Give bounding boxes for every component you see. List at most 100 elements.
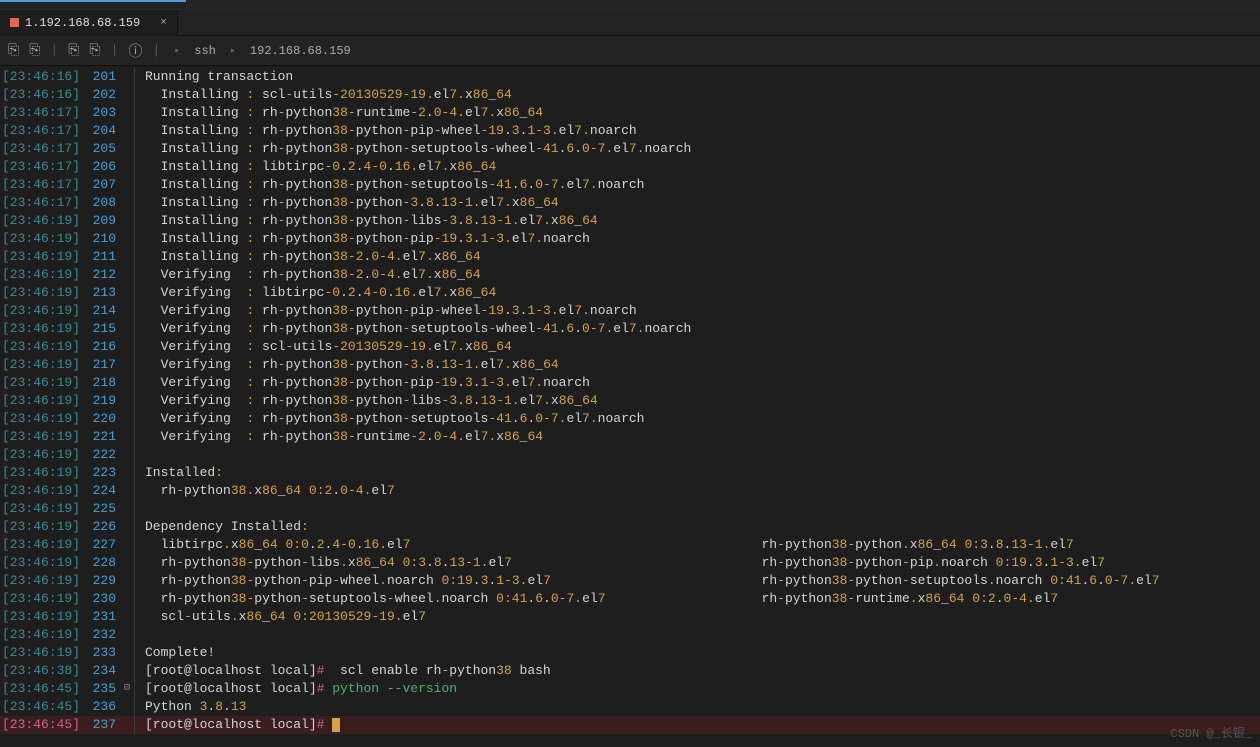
gutter-divider	[134, 644, 135, 662]
toolbar-icon-3[interactable]: ⎘	[68, 43, 79, 59]
line-number: 214	[80, 302, 120, 320]
line-number: 232	[80, 626, 120, 644]
fold-icon	[120, 572, 134, 590]
line-number: 213	[80, 284, 120, 302]
terminal-line: [23:46:17]206 Installing : libtirpc-0.2.…	[0, 158, 1260, 176]
terminal-line: [23:46:19]231 scl-utils.x86_64 0:2013052…	[0, 608, 1260, 626]
info-icon[interactable]: ⓘ	[128, 41, 142, 61]
line-number: 216	[80, 338, 120, 356]
gutter-divider	[134, 410, 135, 428]
terminal-line: [23:46:19]218 Verifying : rh-python38-py…	[0, 374, 1260, 392]
line-content: rh-python38-python-setuptools-wheel.noar…	[145, 590, 1058, 608]
terminal-line: [23:46:38]234[root@localhost local]# scl…	[0, 662, 1260, 680]
line-number: 233	[80, 644, 120, 662]
line-number: 225	[80, 500, 120, 518]
line-number: 224	[80, 482, 120, 500]
fold-icon	[120, 320, 134, 338]
fold-icon	[120, 356, 134, 374]
line-content: Running transaction	[145, 68, 293, 86]
line-content: Verifying : rh-python38-python-pip-19.3.…	[145, 374, 590, 392]
terminal-line: [23:46:17]204 Installing : rh-python38-p…	[0, 122, 1260, 140]
line-number: 230	[80, 590, 120, 608]
gutter-divider	[134, 302, 135, 320]
line-number: 205	[80, 140, 120, 158]
line-number: 215	[80, 320, 120, 338]
fold-icon	[120, 140, 134, 158]
line-content: Verifying : rh-python38-python-pip-wheel…	[145, 302, 637, 320]
gutter-divider	[134, 374, 135, 392]
gutter-divider	[134, 338, 135, 356]
gutter-divider	[134, 482, 135, 500]
line-content: [root@localhost local]#	[145, 716, 340, 734]
toolbar-icon-1[interactable]: ⎘	[8, 43, 19, 59]
fold-icon	[120, 554, 134, 572]
line-number: 235	[80, 680, 120, 698]
terminal-line: [23:46:45]235⊟ [root@localhost local]# py…	[0, 680, 1260, 698]
fold-icon	[120, 374, 134, 392]
terminal-line: [23:46:16]201Running transaction	[0, 68, 1260, 86]
terminal-line: [23:46:19]220 Verifying : rh-python38-py…	[0, 410, 1260, 428]
line-number: 218	[80, 374, 120, 392]
line-content: Verifying : rh-python38-python-setuptool…	[145, 320, 691, 338]
close-icon[interactable]: ×	[160, 17, 167, 29]
timestamp: [23:46:17]	[0, 194, 80, 212]
line-content: Verifying : libtirpc-0.2.4-0.16.el7.x86_…	[145, 284, 496, 302]
gutter-divider	[134, 230, 135, 248]
toolbar-icon-2[interactable]: ⎘	[29, 43, 40, 59]
terminal-output[interactable]: [23:46:16]201Running transaction[23:46:1…	[0, 66, 1260, 747]
gutter-divider	[134, 572, 135, 590]
terminal-line: [23:46:19]230 rh-python38-python-setupto…	[0, 590, 1260, 608]
timestamp: [23:46:45]	[0, 680, 80, 698]
toolbar-separator: |	[50, 43, 58, 58]
gutter-divider	[134, 104, 135, 122]
terminal-line: [23:46:19]215 Verifying : rh-python38-py…	[0, 320, 1260, 338]
timestamp: [23:46:19]	[0, 572, 80, 590]
toolbar-icon-4[interactable]: ⎘	[89, 43, 100, 59]
timestamp: [23:46:19]	[0, 464, 80, 482]
terminal-line: [23:46:17]207 Installing : rh-python38-p…	[0, 176, 1260, 194]
timestamp: [23:46:17]	[0, 158, 80, 176]
gutter-divider	[134, 464, 135, 482]
fold-icon	[120, 482, 134, 500]
session-tab[interactable]: 1.192.168.68.159 ×	[0, 10, 178, 36]
timestamp: [23:46:19]	[0, 266, 80, 284]
fold-icon	[120, 518, 134, 536]
timestamp: [23:46:17]	[0, 104, 80, 122]
terminal-line: [23:46:19]227 libtirpc.x86_64 0:0.2.4-0.…	[0, 536, 1260, 554]
toolbar: ⎘ ⎘ | ⎘ ⎘ | ⓘ | ▸ ssh ▸ 192.168.68.159	[0, 36, 1260, 66]
terminal-line: [23:46:19]209 Installing : rh-python38-p…	[0, 212, 1260, 230]
gutter-divider	[134, 392, 135, 410]
fold-icon	[120, 302, 134, 320]
line-number: 209	[80, 212, 120, 230]
fold-icon	[120, 266, 134, 284]
line-content: Installing : rh-python38-runtime-2.0-4.e…	[145, 104, 543, 122]
line-number: 226	[80, 518, 120, 536]
line-content: [root@localhost local]# python --version	[145, 680, 457, 698]
line-content: Installed:	[145, 464, 223, 482]
line-content: Installing : rh-python38-python-setuptoo…	[145, 140, 691, 158]
terminal-line: [23:46:19]224 rh-python38.x86_64 0:2.0-4…	[0, 482, 1260, 500]
line-content: libtirpc.x86_64 0:0.2.4-0.16.el7 rh-pyth…	[145, 536, 1074, 554]
fold-icon	[120, 590, 134, 608]
breadcrumb-host[interactable]: 192.168.68.159	[250, 44, 351, 58]
gutter-divider	[134, 86, 135, 104]
terminal-line: [23:46:19]232	[0, 626, 1260, 644]
terminal-line: [23:46:17]203 Installing : rh-python38-r…	[0, 104, 1260, 122]
terminal-line: [23:46:19]211 Installing : rh-python38-2…	[0, 248, 1260, 266]
fold-icon[interactable]: ⊟	[120, 680, 134, 698]
line-content: Complete!	[145, 644, 215, 662]
gutter-divider	[134, 716, 135, 734]
breadcrumb-protocol[interactable]: ssh	[194, 44, 216, 58]
timestamp: [23:46:16]	[0, 86, 80, 104]
line-number: 231	[80, 608, 120, 626]
line-content: Installing : rh-python38-2.0-4.el7.x86_6…	[145, 248, 481, 266]
fold-icon	[120, 86, 134, 104]
timestamp: [23:46:19]	[0, 608, 80, 626]
line-content: Installing : rh-python38-python-pip-19.3…	[145, 230, 590, 248]
line-number: 208	[80, 194, 120, 212]
timestamp: [23:46:19]	[0, 302, 80, 320]
terminal-line: [23:46:19]222	[0, 446, 1260, 464]
line-number: 204	[80, 122, 120, 140]
line-content: Verifying : rh-python38-python-3.8.13-1.…	[145, 356, 559, 374]
terminal-line: [23:46:19]219 Verifying : rh-python38-py…	[0, 392, 1260, 410]
